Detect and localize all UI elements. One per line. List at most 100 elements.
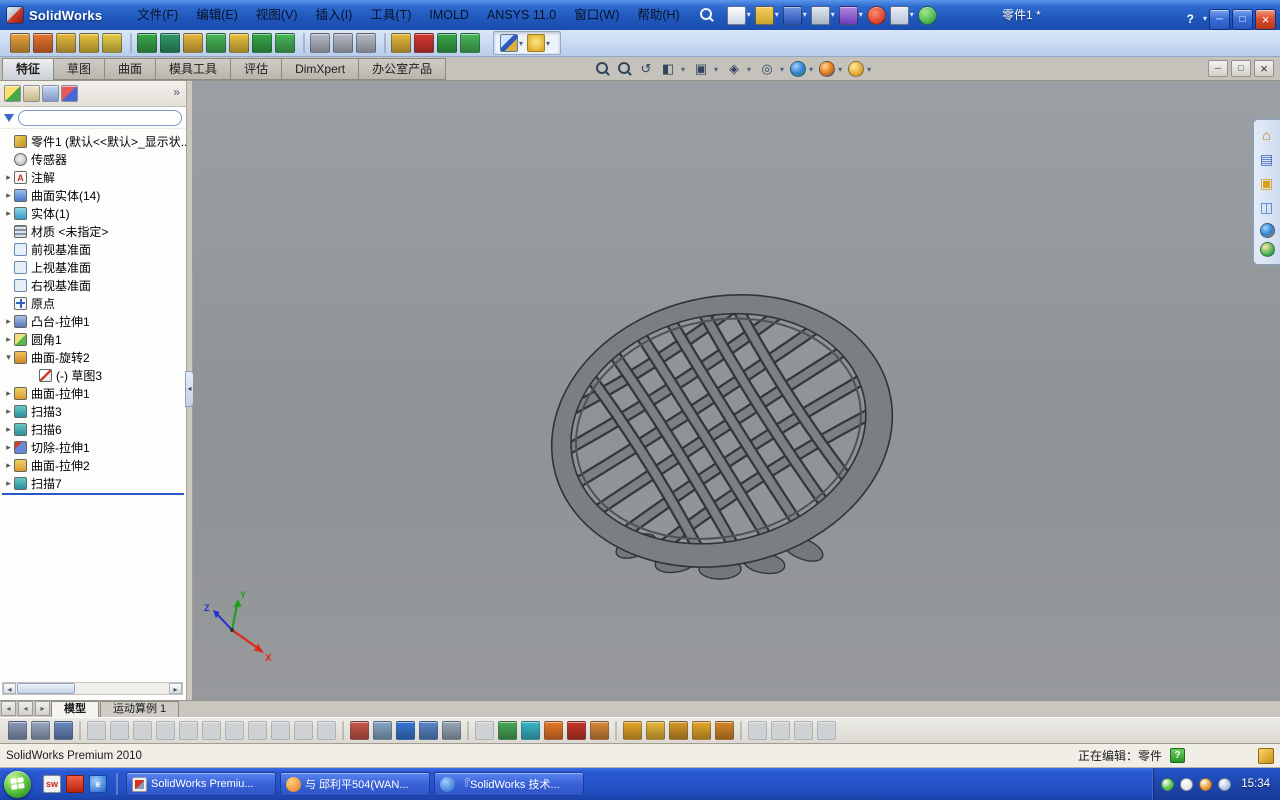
tree-item-sweep6[interactable]: 扫描6 xyxy=(0,420,186,438)
expand-arrow-icon[interactable] xyxy=(3,442,14,453)
toolbar-icon[interactable] xyxy=(183,33,203,53)
toolbar-icon[interactable] xyxy=(102,33,122,53)
menu-insert[interactable]: 插入(I) xyxy=(307,0,362,30)
toolbar-icon[interactable] xyxy=(137,33,157,53)
solidworks-resources-icon[interactable] xyxy=(1254,123,1279,147)
taskbar-button-solidworks[interactable]: SolidWorks Premiu... xyxy=(126,772,276,796)
tab-office-products[interactable]: 办公室产品 xyxy=(358,58,447,80)
tree-item-solid-bodies[interactable]: 实体(1) xyxy=(0,204,186,222)
close-button[interactable] xyxy=(1255,8,1276,30)
toolbar-icon[interactable] xyxy=(460,33,480,53)
toolbar-icon[interactable] xyxy=(437,33,457,53)
toolbar-icon[interactable] xyxy=(544,721,563,740)
expand-arrow-icon[interactable] xyxy=(3,478,14,489)
feature-manager-tab-icon[interactable] xyxy=(4,85,21,102)
tray-icon[interactable] xyxy=(1161,777,1175,791)
new-dropdown-icon[interactable] xyxy=(747,0,751,30)
expand-arrow-icon[interactable] xyxy=(3,208,14,219)
tab-features[interactable]: 特征 xyxy=(2,58,54,80)
toolbar-icon[interactable] xyxy=(8,721,27,740)
appearances-icon[interactable] xyxy=(1259,223,1275,238)
tray-icon[interactable] xyxy=(1199,777,1213,791)
minimize-button[interactable] xyxy=(1209,8,1230,30)
tab-model[interactable]: 模型 xyxy=(51,701,99,717)
tree-item-surface-bodies[interactable]: 曲面实体(14) xyxy=(0,186,186,204)
doc-minimize-button[interactable] xyxy=(1208,60,1228,77)
appearance-dropdown-icon[interactable] xyxy=(809,65,813,74)
expand-arrow-icon[interactable] xyxy=(3,316,14,327)
property-manager-tab-icon[interactable] xyxy=(23,85,40,102)
scroll-right-icon[interactable] xyxy=(169,683,182,694)
tree-filter-input[interactable] xyxy=(18,109,182,126)
save-button[interactable] xyxy=(782,5,802,25)
toolbox-icon[interactable] xyxy=(1254,195,1279,219)
toolbar-icon[interactable] xyxy=(31,721,50,740)
apply-scene-icon[interactable] xyxy=(819,61,836,77)
toolbar-icon[interactable] xyxy=(419,721,438,740)
quicklaunch-browser-icon[interactable]: e xyxy=(89,775,107,793)
expand-arrow-icon[interactable] xyxy=(3,406,14,417)
toolbar-icon[interactable] xyxy=(310,33,330,53)
toolbar-icon[interactable] xyxy=(396,721,415,740)
toolbar-icon[interactable] xyxy=(275,33,295,53)
smart-dimension-icon[interactable] xyxy=(527,34,546,52)
toolbar-icon[interactable] xyxy=(567,721,586,740)
open-dropdown-icon[interactable] xyxy=(775,0,779,30)
tree-item-sketch3[interactable]: (-) 草图3 xyxy=(0,366,186,384)
hide-show-items-icon[interactable] xyxy=(757,59,777,79)
quicklaunch-app-icon[interactable] xyxy=(66,775,84,793)
menu-edit[interactable]: 编辑(E) xyxy=(187,0,247,30)
tree-item-fillet1[interactable]: 圆角1 xyxy=(0,330,186,348)
file-explorer-icon[interactable] xyxy=(1254,171,1279,195)
tab-dimxpert[interactable]: DimXpert xyxy=(281,58,359,80)
print-button[interactable] xyxy=(810,5,830,25)
toolbar-icon[interactable] xyxy=(54,721,73,740)
menu-help[interactable]: 帮助(H) xyxy=(628,0,688,30)
toolbar-icon[interactable] xyxy=(498,721,517,740)
toolbar-icon[interactable] xyxy=(350,721,369,740)
tab-evaluate[interactable]: 评估 xyxy=(230,58,282,80)
viewsettings-dropdown-icon[interactable] xyxy=(867,65,871,74)
display-dropdown-icon[interactable] xyxy=(747,65,751,74)
toolbar-icon[interactable] xyxy=(356,33,376,53)
toolbar-icon[interactable] xyxy=(623,721,642,740)
tab-scroll-right-icon[interactable] xyxy=(35,701,50,716)
tree-item-sensors[interactable]: 传感器 xyxy=(0,150,186,168)
toolbar-icon[interactable] xyxy=(590,721,609,740)
expand-arrow-icon[interactable] xyxy=(3,172,14,183)
doc-close-button[interactable] xyxy=(1254,60,1274,77)
tab-sketch[interactable]: 草图 xyxy=(53,58,105,80)
zoom-fit-icon[interactable] xyxy=(592,59,612,79)
design-library-icon[interactable] xyxy=(1254,147,1279,171)
toolbar-icon[interactable] xyxy=(33,33,53,53)
collapse-arrow-icon[interactable] xyxy=(3,352,14,363)
panel-overflow-icon[interactable] xyxy=(173,85,180,99)
undo-button[interactable] xyxy=(838,5,858,25)
menu-tools[interactable]: 工具(T) xyxy=(361,0,420,30)
toolbar-icon[interactable] xyxy=(414,33,434,53)
tree-item-sweep3[interactable]: 扫描3 xyxy=(0,402,186,420)
tab-surfaces[interactable]: 曲面 xyxy=(104,58,156,80)
toolbar-icon[interactable] xyxy=(692,721,711,740)
toolbar-icon[interactable] xyxy=(391,33,411,53)
taskbar-button-browser[interactable]: 『SolidWorks 技术... xyxy=(434,772,584,796)
rollback-bar[interactable] xyxy=(2,493,184,495)
expand-arrow-icon[interactable] xyxy=(3,190,14,201)
graphics-viewport[interactable]: X Y Z xyxy=(193,81,1280,700)
sketch-dropdown-icon[interactable] xyxy=(519,39,523,48)
display-style-icon[interactable] xyxy=(724,59,744,79)
toolbar-icon[interactable] xyxy=(160,33,180,53)
toolbar-icon[interactable] xyxy=(56,33,76,53)
toolbar-icon[interactable] xyxy=(715,721,734,740)
orientation-dropdown-icon[interactable] xyxy=(714,65,718,74)
toolbar-icon[interactable] xyxy=(373,721,392,740)
previous-view-icon[interactable] xyxy=(636,59,656,79)
new-document-button[interactable] xyxy=(726,5,746,25)
tree-item-boss-extrude1[interactable]: 凸台-拉伸1 xyxy=(0,312,186,330)
tree-item-surface-extrude1[interactable]: 曲面-拉伸1 xyxy=(0,384,186,402)
toolbar-icon[interactable] xyxy=(79,33,99,53)
tree-horizontal-scrollbar[interactable] xyxy=(2,682,183,695)
menu-view[interactable]: 视图(V) xyxy=(247,0,307,30)
tree-item-right-plane[interactable]: 右视基准面 xyxy=(0,276,186,294)
toolbar-icon[interactable] xyxy=(646,721,665,740)
